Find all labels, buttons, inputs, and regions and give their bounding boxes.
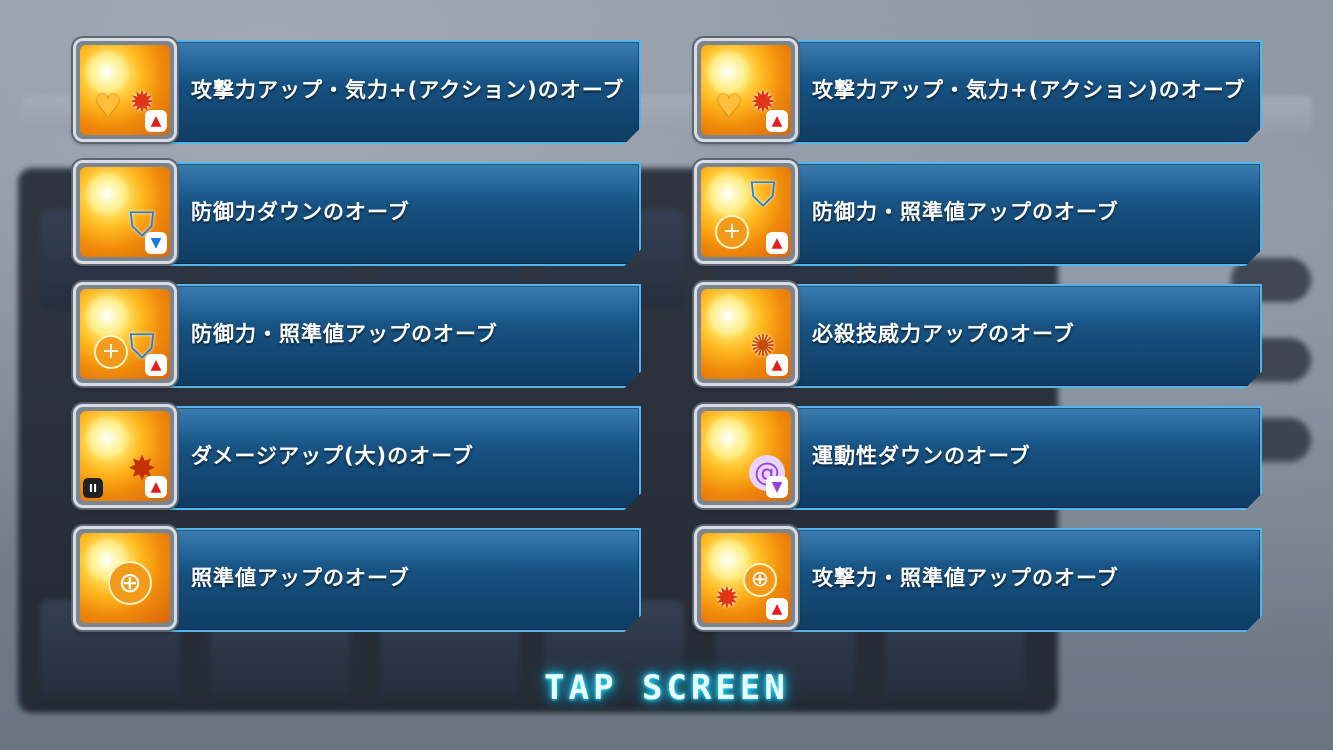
orb-name: 照準値アップのオーブ (191, 566, 410, 590)
crosshair-icon: ⊕ (108, 561, 152, 605)
orb-entry[interactable]: ✺ ▲ 必殺技威力アップのオーブ (694, 282, 1264, 388)
orb-entry[interactable]: ⊕ ✹ ▲ 攻撃力・照準値アップのオーブ (694, 526, 1264, 632)
orb-entry[interactable]: ⊕ 照準値アップのオーブ (73, 526, 643, 632)
orb-name: 必殺技威力アップのオーブ (812, 322, 1075, 346)
orb-art: ✺ ▲ (701, 289, 791, 379)
attack-burst-icon: ✹ (714, 581, 740, 616)
orb-entry[interactable]: ✸ II ▲ ダメージアップ(大)のオーブ (73, 404, 643, 510)
orb-art: ♥ ✹ ▲ (80, 45, 170, 135)
orb-entry[interactable]: ♥ ✹ ▲ 攻撃力アップ・気力+(アクション)のオーブ (73, 38, 643, 144)
crosshair-icon: + (94, 335, 128, 369)
orb-art: ✸ II ▲ (80, 411, 170, 501)
attack-aim-up-orb-icon: ⊕ ✹ ▲ (694, 526, 798, 630)
crosshair-icon: + (715, 215, 749, 249)
up-arrow-icon: ▲ (145, 354, 167, 376)
down-arrow-icon: ▼ (145, 232, 167, 254)
orb-art: ⊕ ✹ ▲ (701, 533, 791, 623)
up-arrow-icon: ▲ (766, 232, 788, 254)
shield-icon: ⛉ (750, 175, 776, 215)
defense-aim-up-orb-icon: ⛉ + ▲ (694, 160, 798, 264)
orb-entry[interactable]: ⛉ + ▲ 防御力・照準値アップのオーブ (73, 282, 643, 388)
orb-name: 攻撃力アップ・気力+(アクション)のオーブ (191, 78, 625, 102)
orb-art: ⊕ (80, 533, 170, 623)
up-arrow-icon: ▲ (145, 110, 167, 132)
down-arrow-icon: ▼ (766, 476, 788, 498)
orb-name: 攻撃力アップ・気力+(アクション)のオーブ (812, 78, 1246, 102)
up-arrow-icon: ▲ (766, 110, 788, 132)
orb-name: 防御力・照準値アップのオーブ (812, 200, 1119, 224)
attack-up-energy-orb-icon: ♥ ✹ ▲ (73, 38, 177, 142)
orb-art: ⛉ + ▲ (701, 167, 791, 257)
orb-name: 攻撃力・照準値アップのオーブ (812, 566, 1119, 590)
damage-up-large-orb-icon: ✸ II ▲ (73, 404, 177, 508)
special-power-up-orb-icon: ✺ ▲ (694, 282, 798, 386)
orb-name: 運動性ダウンのオーブ (812, 444, 1031, 468)
defense-aim-up-orb-icon: ⛉ + ▲ (73, 282, 177, 386)
tap-screen-prompt[interactable]: TAP SCREEN (0, 668, 1333, 708)
attack-up-energy-orb-icon: ♥ ✹ ▲ (694, 38, 798, 142)
orb-art: @ ▼ (701, 411, 791, 501)
defense-down-orb-icon: ⛉ ▼ (73, 160, 177, 264)
orb-art: ⛉ ▼ (80, 167, 170, 257)
orb-name: ダメージアップ(大)のオーブ (191, 444, 474, 468)
orb-art: ♥ ✹ ▲ (701, 45, 791, 135)
up-arrow-icon: ▲ (766, 598, 788, 620)
orb-entry[interactable]: @ ▼ 運動性ダウンのオーブ (694, 404, 1264, 510)
tier-badge: II (83, 478, 103, 498)
aim-up-orb-icon: ⊕ (73, 526, 177, 630)
orb-art: ⛉ + ▲ (80, 289, 170, 379)
orb-name: 防御力・照準値アップのオーブ (191, 322, 498, 346)
orb-entry[interactable]: ♥ ✹ ▲ 攻撃力アップ・気力+(アクション)のオーブ (694, 38, 1264, 144)
orb-name: 防御力ダウンのオーブ (191, 200, 410, 224)
orb-entry[interactable]: ⛉ + ▲ 防御力・照準値アップのオーブ (694, 160, 1264, 266)
up-arrow-icon: ▲ (766, 354, 788, 376)
burst-glow (705, 415, 751, 461)
mobility-down-orb-icon: @ ▼ (694, 404, 798, 508)
up-arrow-icon: ▲ (145, 476, 167, 498)
orb-entry[interactable]: ⛉ ▼ 防御力ダウンのオーブ (73, 160, 643, 266)
